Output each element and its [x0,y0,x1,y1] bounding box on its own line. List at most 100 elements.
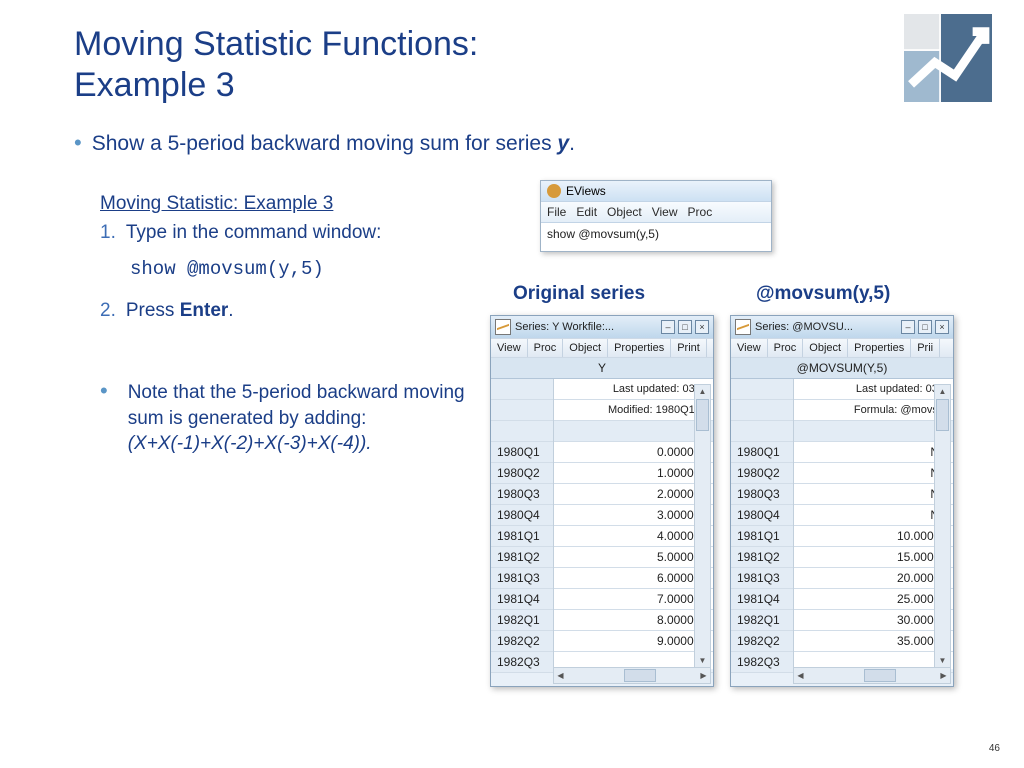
scroll-thumb[interactable] [624,669,656,682]
date-cell: 1982Q3 [731,652,793,673]
scroll-right-icon[interactable]: ▶ [937,668,950,683]
date-cell: 1980Q2 [731,463,793,484]
date-cell: 1981Q2 [491,547,553,568]
date-cell: 1981Q3 [731,568,793,589]
menu-proc[interactable]: Proc [688,205,713,219]
value-cell: 20.00000 [794,568,953,589]
date-cell: 1981Q3 [491,568,553,589]
window-title: Series: @MOVSU... [755,321,898,333]
scroll-thumb[interactable] [864,669,896,682]
date-cell: 1981Q1 [731,526,793,547]
value-cell: 35.00000 [794,631,953,652]
scroll-thumb[interactable] [936,399,949,431]
maximize-icon[interactable]: □ [918,320,932,334]
menu-object[interactable]: Object [607,205,642,219]
label-movsum-series: @movsum(y,5) [756,283,890,305]
menu-file[interactable]: File [547,205,566,219]
tbtn-print-short[interactable]: Prii [911,339,940,357]
scroll-up-icon[interactable]: ▲ [695,385,710,398]
step-2: 2.Press Enter. [100,300,234,322]
date-cell: 1980Q4 [731,505,793,526]
page-number: 46 [989,743,1000,754]
bullet-icon: • [74,132,82,154]
note-formula: (X+X(-1)+X(-2)+X(-3)+X(-4)). [128,433,372,454]
date-cell: 1982Q3 [491,652,553,673]
value-cell: 15.00000 [794,547,953,568]
column-header: @MOVSUM(Y,5) [731,358,953,379]
series-icon [735,319,751,335]
scroll-up-icon[interactable]: ▲ [935,385,950,398]
value-cell: 3.000000 [554,505,713,526]
value-cell: 1.000000 [554,463,713,484]
date-cell: 1982Q2 [491,631,553,652]
date-cell: 1980Q1 [731,442,793,463]
scroll-right-icon[interactable]: ▶ [697,668,710,683]
scroll-down-icon[interactable]: ▼ [935,654,950,667]
tbtn-object[interactable]: Object [563,339,608,357]
value-cell: 7.000000 [554,589,713,610]
value-cell: NA [794,442,953,463]
scroll-thumb[interactable] [696,399,709,431]
menu-view[interactable]: View [652,205,678,219]
value-cell: 5.000000 [554,547,713,568]
date-cell: 1981Q2 [731,547,793,568]
tbtn-properties[interactable]: Properties [608,339,671,357]
value-cell: NA [794,484,953,505]
date-cell: 1981Q1 [491,526,553,547]
minimize-icon[interactable]: – [661,320,675,334]
tbtn-proc[interactable]: Proc [528,339,564,357]
column-header: Y [491,358,713,379]
label-original-series: Original series [513,283,645,305]
scrollbar-horizontal[interactable]: ◀ ▶ [793,667,951,684]
value-cell: 8.000000 [554,610,713,631]
scrollbar-vertical[interactable]: ▲ ▼ [934,384,951,668]
cmdwin-input[interactable]: show @movsum(y,5) [541,223,771,251]
maximize-icon[interactable]: □ [678,320,692,334]
scroll-down-icon[interactable]: ▼ [695,654,710,667]
logo-chart-icon [902,14,994,102]
scroll-left-icon[interactable]: ◀ [554,668,567,683]
date-cell: 1980Q1 [491,442,553,463]
slide-title: Moving Statistic Functions: Example 3 [74,24,478,106]
date-cell: 1980Q3 [731,484,793,505]
tbtn-print[interactable]: Print [671,339,707,357]
scrollbar-horizontal[interactable]: ◀ ▶ [553,667,711,684]
date-cell: 1980Q3 [491,484,553,505]
date-cell: 1981Q4 [491,589,553,610]
value-cell: 25.00000 [794,589,953,610]
series-toolbar: View Proc Object Properties Print [491,338,713,358]
note-text: Note that the 5-period backward moving s… [128,382,465,429]
command-code: show @movsum(y,5) [130,258,324,280]
series-window-movsum: Series: @MOVSU... – □ × View Proc Object… [730,315,954,687]
value-cell: 4.000000 [554,526,713,547]
value-cell: 0.000000 [554,442,713,463]
date-cell: 1980Q2 [491,463,553,484]
value-cell: NA [794,505,953,526]
minimize-icon[interactable]: – [901,320,915,334]
scrollbar-vertical[interactable]: ▲ ▼ [694,384,711,668]
close-icon[interactable]: × [935,320,949,334]
eviews-app-icon [547,184,561,198]
menu-edit[interactable]: Edit [576,205,597,219]
date-cell: 1981Q4 [731,589,793,610]
cmdwin-app-title: EViews [566,184,606,198]
date-cell: 1982Q1 [491,610,553,631]
value-cell: 6.000000 [554,568,713,589]
tbtn-view[interactable]: View [491,339,528,357]
bullet-icon: • [100,380,108,457]
close-icon[interactable]: × [695,320,709,334]
window-title: Series: Y Workfile:... [515,321,658,333]
value-cell: 10.00000 [794,526,953,547]
value-cell: 30.00000 [794,610,953,631]
info-row: Formula: @movs... [794,400,953,421]
tbtn-view[interactable]: View [731,339,768,357]
value-cell: 2.000000 [554,484,713,505]
value-cell: 9.000000 [554,631,713,652]
cmdwin-menubar[interactable]: File Edit Object View Proc [541,201,771,223]
scroll-left-icon[interactable]: ◀ [794,668,807,683]
eviews-command-window: EViews File Edit Object View Proc show @… [540,180,772,252]
tbtn-object[interactable]: Object [803,339,848,357]
tbtn-properties[interactable]: Properties [848,339,911,357]
tbtn-proc[interactable]: Proc [768,339,804,357]
info-row: Last updated: 03/... [554,379,713,400]
